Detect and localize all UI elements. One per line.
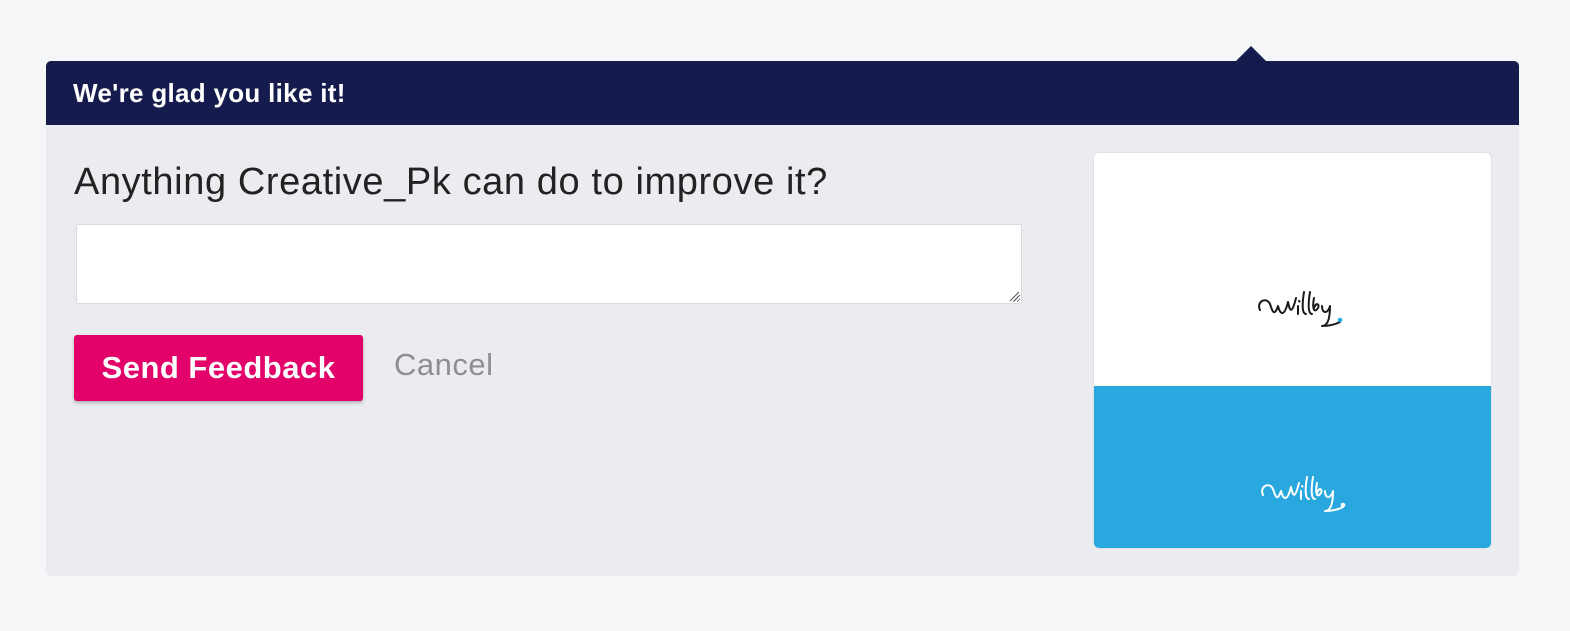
design-preview [1094,153,1491,548]
send-feedback-button[interactable]: Send Feedback [74,335,363,401]
popover-caret [1236,46,1266,61]
panel-header: We're glad you like it! [46,61,1519,125]
cancel-button[interactable]: Cancel [394,347,494,383]
feedback-question: Anything Creative_Pk can do to improve i… [74,161,828,203]
feedback-textarea[interactable] [76,224,1022,304]
wilby-logo-dark [1258,291,1343,327]
wilby-logo-light [1261,476,1346,512]
header-title: We're glad you like it! [73,77,346,108]
preview-dark-section [1094,386,1491,548]
feedback-panel: We're glad you like it! Anything Creativ… [46,61,1519,576]
preview-light-section [1094,153,1491,386]
